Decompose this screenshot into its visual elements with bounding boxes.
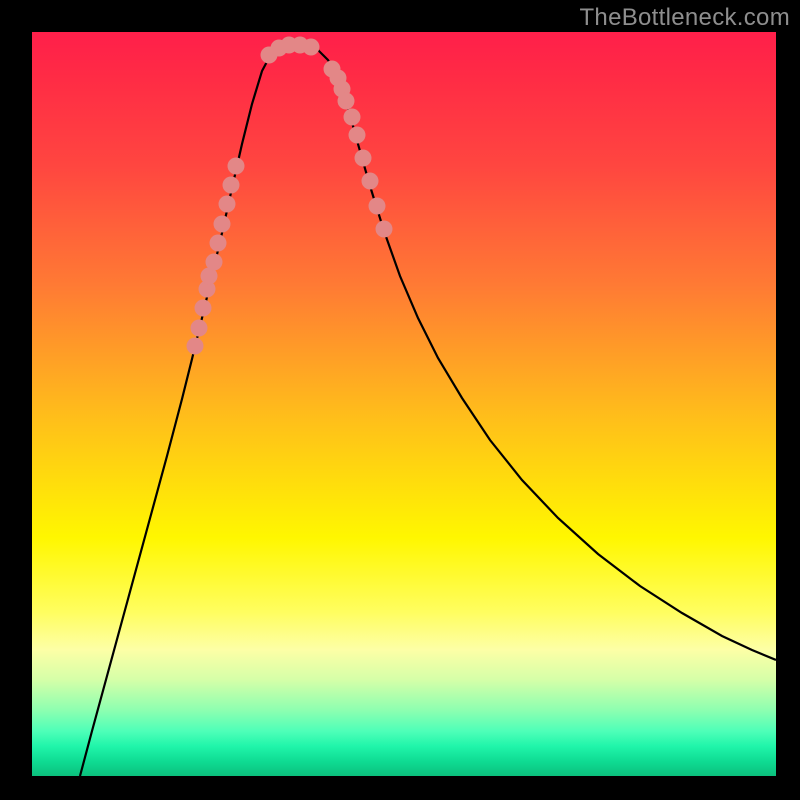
data-point bbox=[338, 93, 355, 110]
chart-frame: TheBottleneck.com bbox=[0, 0, 800, 800]
data-point bbox=[187, 338, 204, 355]
data-point bbox=[219, 196, 236, 213]
data-point bbox=[223, 177, 240, 194]
data-markers bbox=[187, 37, 393, 355]
data-point bbox=[344, 109, 361, 126]
bottleneck-curve-left bbox=[80, 45, 298, 776]
watermark-text: TheBottleneck.com bbox=[579, 4, 790, 32]
chart-svg bbox=[32, 32, 776, 776]
data-point bbox=[195, 300, 212, 317]
data-point bbox=[210, 235, 227, 252]
data-point bbox=[362, 173, 379, 190]
data-point bbox=[191, 320, 208, 337]
data-point bbox=[214, 216, 231, 233]
data-point bbox=[369, 198, 386, 215]
data-point bbox=[303, 39, 320, 56]
data-point bbox=[355, 150, 372, 167]
data-point bbox=[376, 221, 393, 238]
plot-area bbox=[32, 32, 776, 776]
data-point bbox=[228, 158, 245, 175]
data-point bbox=[206, 254, 223, 271]
data-point bbox=[349, 127, 366, 144]
bottleneck-curve-right bbox=[298, 45, 776, 660]
